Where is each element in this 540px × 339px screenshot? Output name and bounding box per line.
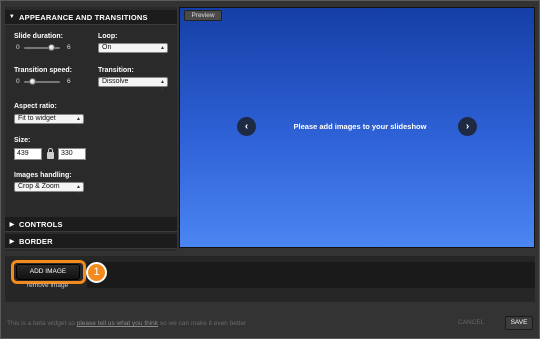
aspect-ratio-select-value: Fit to widget (18, 115, 56, 122)
section-border-header[interactable]: ▶ BORDER (5, 234, 177, 249)
transition-label: Transition: (98, 67, 134, 74)
select-arrows-icon: ▲ ▼ (160, 79, 165, 93)
tutorial-step-badge: 1 (86, 262, 107, 283)
slide-duration-label: Slide duration: (14, 33, 63, 40)
images-handling-select-value: Crop & Zoom (18, 183, 60, 190)
select-arrows-icon: ▲ ▼ (76, 184, 81, 198)
chevron-right-icon: ▶ (9, 221, 15, 228)
transition-speed-max: 6 (67, 78, 71, 85)
chevron-left-icon: ‹ (244, 121, 249, 132)
previous-slide-button[interactable]: ‹ (237, 117, 256, 136)
size-label: Size: (14, 137, 31, 144)
images-strip (87, 262, 535, 288)
beta-notice-suffix: so we can make it even better (159, 320, 247, 327)
height-input[interactable]: 330 (58, 148, 86, 160)
loop-label: Loop: (98, 33, 118, 40)
save-button[interactable]: SAVE (505, 316, 533, 330)
remove-image-link[interactable]: remove image (27, 282, 68, 289)
transition-select-value: Dissolve (102, 78, 129, 85)
slide-duration-max: 6 (67, 44, 71, 51)
chevron-right-icon: › (465, 121, 470, 132)
transition-speed-min: 0 (16, 78, 20, 85)
select-arrows-icon: ▲ ▼ (160, 45, 165, 59)
cancel-button[interactable]: CANCEL (458, 319, 484, 326)
section-controls-header[interactable]: ▶ CONTROLS (5, 217, 177, 232)
transition-speed-handle[interactable] (29, 78, 36, 85)
chevron-right-icon: ▶ (9, 238, 15, 245)
next-slide-button[interactable]: › (458, 117, 477, 136)
tutorial-highlight (11, 260, 86, 284)
lock-icon[interactable] (47, 148, 54, 159)
loop-select[interactable]: On ▲ ▼ (98, 43, 168, 59)
beta-notice: This is a beta widget so please tell us … (7, 320, 246, 327)
beta-notice-prefix: This is a beta widget so (7, 320, 75, 327)
aspect-ratio-label: Aspect ratio: (14, 103, 57, 110)
images-handling-label: Images handling: (14, 172, 72, 179)
select-arrows-icon: ▲ ▼ (76, 116, 81, 130)
transition-select[interactable]: Dissolve ▲ ▼ (98, 77, 168, 93)
width-input[interactable]: 439 (14, 148, 42, 160)
loop-select-value: On (102, 44, 112, 51)
aspect-ratio-select[interactable]: Fit to widget ▲ ▼ (14, 114, 84, 130)
slide-duration-min: 0 (16, 44, 20, 51)
section-appearance-label: APPEARANCE AND TRANSITIONS (19, 12, 148, 22)
section-appearance-header[interactable]: ▼ APPEARANCE AND TRANSITIONS (5, 10, 177, 25)
transition-speed-label: Transition speed: (14, 67, 72, 74)
empty-slideshow-message: Please add images to your slideshow (293, 122, 427, 131)
slide-duration-handle[interactable] (48, 44, 55, 51)
images-handling-select[interactable]: Crop & Zoom ▲ ▼ (14, 182, 84, 198)
section-controls-label: CONTROLS (19, 219, 63, 229)
feedback-link[interactable]: please tell us what you think (77, 320, 158, 327)
section-border-label: BORDER (19, 236, 53, 246)
tab-preview[interactable]: Preview (184, 10, 222, 21)
chevron-down-icon: ▼ (8, 14, 16, 20)
